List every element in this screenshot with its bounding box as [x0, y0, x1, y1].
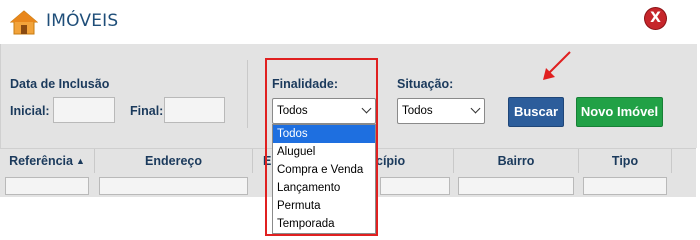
filter-divider	[247, 60, 248, 128]
filter-bairro-input[interactable]	[458, 177, 574, 195]
col-endereco[interactable]: Endereço	[95, 149, 252, 173]
inicial-date-input[interactable]	[53, 97, 115, 123]
annotation-arrow-icon	[543, 51, 571, 80]
novo-imovel-button[interactable]: Novo Imóvel	[576, 97, 663, 127]
inicial-label: Inicial:	[10, 104, 50, 118]
title-bar: IMÓVEIS X	[0, 0, 700, 44]
situacao-label: Situação:	[397, 77, 454, 91]
annotation-highlight-box	[265, 58, 378, 236]
filter-tipo-input[interactable]	[583, 177, 667, 195]
col-tipo[interactable]: Tipo	[579, 149, 671, 173]
chevron-down-icon	[470, 103, 481, 114]
col-bairro[interactable]: Bairro	[454, 149, 578, 173]
filter-referencia-input[interactable]	[5, 177, 89, 195]
data-inclusao-label: Data de Inclusão	[10, 77, 110, 91]
final-label: Final:	[130, 104, 164, 118]
page-title: IMÓVEIS	[46, 11, 119, 31]
buscar-button[interactable]: Buscar	[508, 97, 564, 127]
sort-icon: ▲	[76, 156, 85, 166]
situacao-select[interactable]: Todos	[397, 98, 485, 124]
col-referencia[interactable]: Referência ▲	[0, 149, 94, 173]
close-button[interactable]: X	[645, 8, 666, 29]
situacao-selected-value: Todos	[402, 105, 433, 117]
final-date-input[interactable]	[164, 97, 225, 123]
filter-endereco-input[interactable]	[99, 177, 248, 195]
column-divider	[671, 149, 672, 173]
home-icon	[10, 10, 38, 35]
col-municipio-partial[interactable]: cípio	[376, 149, 416, 173]
filter-municipio-input[interactable]	[380, 177, 450, 195]
